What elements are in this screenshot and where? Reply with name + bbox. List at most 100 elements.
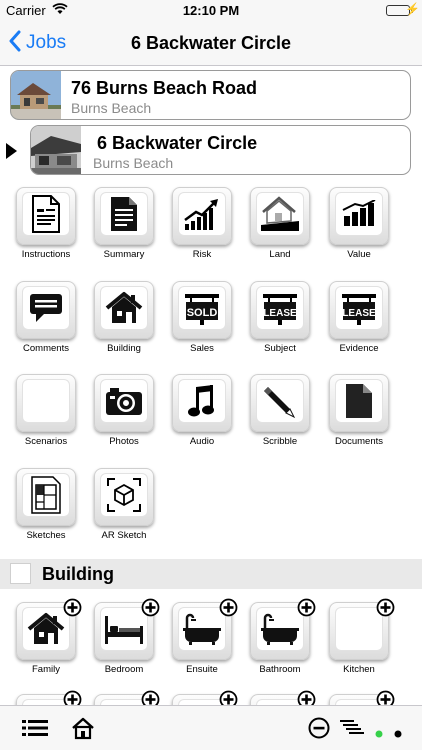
svg-text:SOLD: SOLD (187, 307, 218, 319)
tile-label: Sales (190, 343, 214, 354)
tile-button (94, 374, 154, 432)
tile-button (16, 187, 76, 245)
tile-button (94, 187, 154, 245)
add-plus-icon[interactable] (376, 598, 395, 617)
tile-summary[interactable]: Summary (94, 187, 154, 260)
status-indicator-green (375, 725, 383, 743)
tile-label: Kitchen (343, 664, 375, 675)
tile-label: Sketches (26, 530, 66, 541)
bottom-toolbar (0, 705, 422, 750)
add-plus-icon[interactable] (297, 598, 316, 617)
selected-arrow-icon (6, 143, 17, 159)
charging-icon: ⚡ (405, 2, 420, 16)
tile-bathroom[interactable]: Bathroom (250, 598, 316, 675)
tile-ar-sketch[interactable]: AR Sketch (94, 468, 154, 541)
job-card-selected[interactable]: 6 Backwater Circle Burns Beach (30, 125, 411, 175)
tile-ensuite[interactable]: Ensuite (172, 598, 238, 675)
rising-chart-icon (178, 192, 226, 236)
tile-label: Land (269, 249, 291, 260)
blank-icon (22, 379, 70, 423)
tile-comments[interactable]: Comments (16, 281, 76, 354)
tile-label: Building (107, 343, 141, 354)
tile-family[interactable]: Family (16, 598, 82, 675)
ar-cube-icon (100, 473, 148, 517)
tile-risk[interactable]: Risk (172, 187, 232, 260)
sort-list-icon[interactable] (340, 719, 364, 742)
tile-value[interactable]: Value (329, 187, 389, 260)
tile-instructions[interactable]: Instructions (16, 187, 76, 260)
tile-label: Summary (103, 249, 145, 260)
tile-subject[interactable]: LEASE Subject (250, 281, 310, 354)
tile-button (250, 374, 310, 432)
tile-label: Family (32, 664, 60, 675)
tile-label: Instructions (21, 249, 71, 260)
house-photo (11, 71, 61, 119)
job-card[interactable]: 76 Burns Beach Road Burns Beach (10, 70, 411, 120)
tile-label: Audio (189, 436, 215, 447)
clock: 12:10 PM (182, 3, 240, 18)
minus-circle-icon[interactable] (308, 717, 330, 744)
tile-label: Scribble (262, 436, 298, 447)
section-header-building: Building (0, 559, 422, 589)
page-title: 6 Backwater Circle (130, 33, 292, 53)
tile-label: Risk (192, 249, 212, 260)
tile-audio[interactable]: Audio (172, 374, 232, 447)
tile-button: LEASE (250, 281, 310, 339)
tile-button (16, 281, 76, 339)
speech-bubble-icon (22, 286, 70, 330)
tile-label: Evidence (339, 343, 379, 354)
tile-button (172, 187, 232, 245)
add-plus-icon[interactable] (219, 598, 238, 617)
tile-label: Photos (109, 436, 139, 447)
add-plus-icon[interactable] (141, 598, 160, 617)
tile-button (94, 281, 154, 339)
house-icon (100, 286, 148, 330)
tile-button (250, 187, 310, 245)
tile-scribble[interactable]: Scribble (250, 374, 310, 447)
tile-label: Documents (334, 436, 384, 447)
tile-label: Comments (23, 343, 69, 354)
tile-button: LEASE (329, 281, 389, 339)
tile-label: Ensuite (186, 664, 218, 675)
tile-label: AR Sketch (101, 530, 147, 541)
tile-button (329, 374, 389, 432)
tile-documents[interactable]: Documents (329, 374, 389, 447)
home-icon[interactable] (70, 715, 96, 746)
svg-text:LEASE: LEASE (342, 308, 376, 319)
tile-sales[interactable]: SOLD Sales (172, 281, 232, 354)
status-bar: Carrier 12:10 PM ⚡ (0, 0, 422, 22)
camera-icon (100, 379, 148, 423)
tile-button: SOLD (172, 281, 232, 339)
add-plus-icon[interactable] (63, 598, 82, 617)
tile-scenarios[interactable]: Scenarios (16, 374, 76, 447)
tile-label: Value (347, 249, 371, 260)
svg-text:LEASE: LEASE (263, 308, 297, 319)
house-photo (31, 126, 81, 174)
tile-label: Bedroom (104, 664, 144, 675)
list-icon[interactable] (22, 718, 48, 743)
file-icon (335, 379, 383, 423)
tile-building[interactable]: Building (94, 281, 154, 354)
section-checkbox[interactable] (10, 563, 31, 584)
document-icon (22, 192, 70, 236)
tile-button (16, 374, 76, 432)
tile-sketches[interactable]: Sketches (16, 468, 76, 541)
summary-doc-icon (100, 192, 148, 236)
tile-bedroom[interactable]: Bedroom (94, 598, 160, 675)
tile-photos[interactable]: Photos (94, 374, 154, 447)
bar-chart-icon (335, 192, 383, 236)
tile-land[interactable]: Land (250, 187, 310, 260)
tile-button (94, 468, 154, 526)
section-title: Building (42, 564, 114, 584)
tile-label: Scenarios (24, 436, 68, 447)
tile-evidence[interactable]: LEASE Evidence (329, 281, 389, 354)
lease-sign-icon: LEASE (256, 286, 304, 330)
status-indicator-dot (394, 725, 402, 743)
pen-icon (256, 379, 304, 423)
job-suburb: Burns Beach (93, 155, 174, 171)
job-suburb: Burns Beach (71, 100, 152, 116)
tile-button (16, 468, 76, 526)
floor-plan-icon (22, 473, 70, 517)
sold-sign-icon: SOLD (178, 286, 226, 330)
tile-kitchen[interactable]: Kitchen (329, 598, 395, 675)
